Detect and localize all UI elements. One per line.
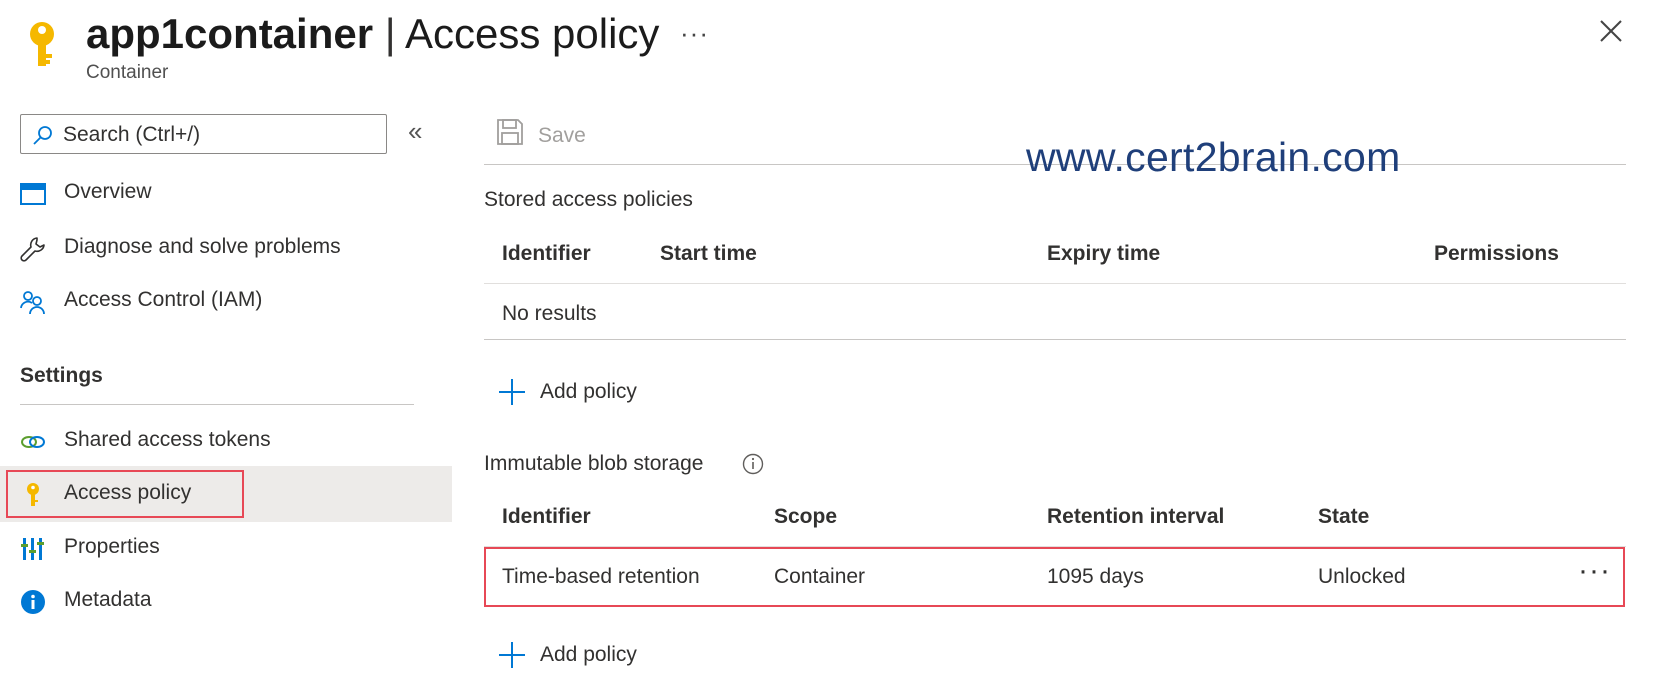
column-header-retention-interval: Retention interval [1047, 505, 1225, 528]
resource-name: app1container [86, 10, 374, 57]
immutable-storage-title: Immutable blob storage [484, 452, 704, 475]
column-header-identifier: Identifier [502, 242, 591, 265]
sidebar-item-label: Properties [64, 535, 160, 558]
sidebar-item-label: Access policy [64, 481, 192, 504]
cell-scope: Container [774, 565, 866, 588]
wrench-icon [20, 237, 45, 262]
empty-results-text: No results [502, 302, 597, 325]
sidebar-item-label: Diagnose and solve problems [64, 235, 341, 258]
key-icon [27, 483, 39, 506]
more-options-button[interactable]: ··· [680, 18, 709, 49]
add-policy-label: Add policy [540, 380, 637, 403]
save-label: Save [538, 124, 586, 147]
collapse-sidebar-button[interactable]: « [408, 116, 422, 147]
blade-title: Access policy [405, 10, 660, 57]
row-more-button[interactable]: ··· [1578, 556, 1611, 586]
column-header-expiry-time: Expiry time [1047, 242, 1161, 265]
cell-retention-interval: 1095 days [1047, 565, 1144, 588]
table-header-divider [484, 283, 1626, 284]
close-button[interactable] [1594, 14, 1628, 48]
sidebar-item-access-policy[interactable]: Access policy [0, 466, 452, 522]
info-icon[interactable] [742, 453, 764, 475]
page-title: app1container | Access policy [86, 6, 659, 62]
watermark-text: www.cert2brain.com [1026, 134, 1401, 180]
sidebar-item-diagnose[interactable]: Diagnose and solve problems [0, 220, 452, 276]
add-stored-policy-button[interactable]: Add policy [498, 374, 658, 410]
search-icon [33, 126, 52, 145]
column-header-start-time: Start time [660, 242, 757, 265]
search-input[interactable] [61, 119, 380, 151]
sidebar-item-metadata[interactable]: Metadata [0, 573, 452, 629]
close-icon [1600, 20, 1622, 42]
sidebar-item-properties[interactable]: Properties [0, 520, 452, 576]
sidebar-item-label: Metadata [64, 588, 152, 611]
sidebar-item-label: Access Control (IAM) [64, 288, 263, 311]
key-icon [22, 20, 62, 70]
plus-icon [499, 642, 525, 668]
title-separator: | [373, 10, 406, 57]
resource-type: Container [86, 62, 169, 83]
column-header-state: State [1318, 505, 1370, 528]
properties-icon [21, 538, 44, 560]
cell-state: Unlocked [1318, 565, 1406, 588]
search-box[interactable] [20, 114, 387, 154]
sidebar-item-overview[interactable]: Overview [0, 165, 452, 221]
settings-heading: Settings [20, 364, 103, 387]
sidebar-item-label: Shared access tokens [64, 428, 271, 451]
sidebar-item-iam[interactable]: Access Control (IAM) [0, 273, 452, 329]
column-header-scope: Scope [774, 505, 838, 528]
divider [20, 404, 414, 405]
table-bottom-divider [484, 339, 1626, 340]
overview-icon [20, 183, 46, 205]
people-icon [20, 291, 45, 315]
plus-icon [499, 379, 525, 405]
add-immutability-policy-button[interactable]: Add policy [498, 637, 658, 673]
cell-identifier: Time-based retention [502, 565, 700, 588]
info-icon [21, 590, 45, 614]
stored-policies-title: Stored access policies [484, 188, 693, 211]
add-policy-label: Add policy [540, 643, 637, 666]
sidebar-item-shared-access-tokens[interactable]: Shared access tokens [0, 413, 452, 469]
link-icon [21, 436, 45, 448]
column-header-permissions: Permissions [1434, 242, 1559, 265]
save-icon [497, 119, 523, 145]
column-header-identifier: Identifier [502, 505, 591, 528]
sidebar-item-label: Overview [64, 180, 152, 203]
